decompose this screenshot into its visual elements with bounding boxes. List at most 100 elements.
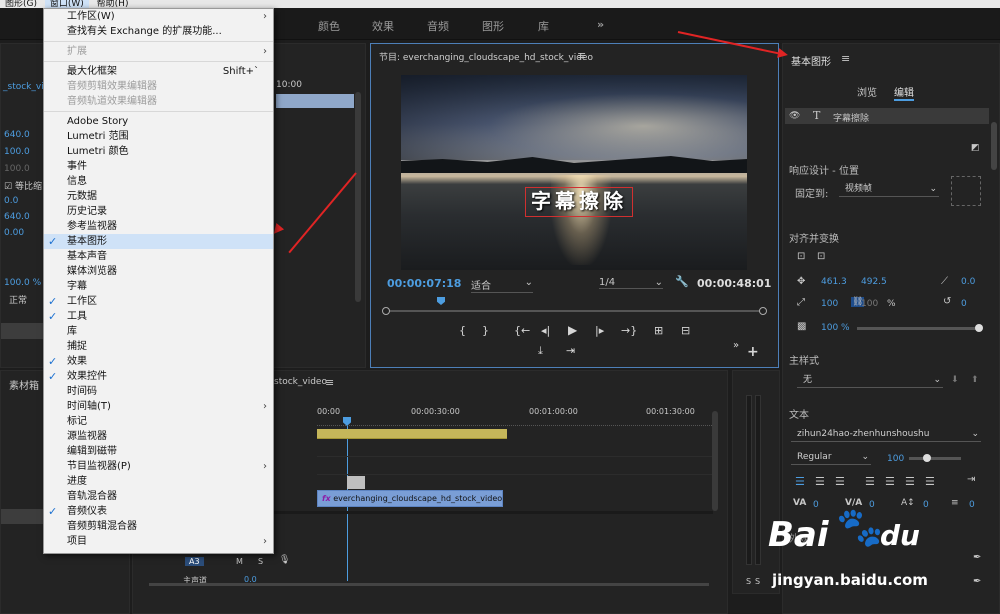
font-size-slider-knob[interactable] <box>923 454 931 462</box>
eg-menu-icon[interactable]: ≡ <box>841 52 850 65</box>
tab-width-icon[interactable]: ⇥ <box>967 474 975 485</box>
eg-tab-browse[interactable]: 浏览 <box>857 84 877 99</box>
eye-icon[interactable]: 👁 <box>789 111 800 121</box>
zoom-right-handle[interactable] <box>759 307 767 315</box>
timeline-ruler[interactable] <box>317 418 712 426</box>
ec-scrollbar[interactable] <box>355 92 361 302</box>
window-menu-item[interactable]: 标记 <box>44 414 273 429</box>
menu-window[interactable]: 窗口(W) <box>44 0 89 8</box>
window-menu-item[interactable]: 工作区(W) › <box>44 9 273 24</box>
zoom-left-handle[interactable] <box>382 307 390 315</box>
justify-center-icon[interactable]: ☰ <box>885 475 895 488</box>
window-menu-item[interactable]: 媒体浏览器 <box>44 264 273 279</box>
graphic-clip[interactable] <box>347 476 365 489</box>
window-menu-item[interactable]: Lumetri 颜色 <box>44 144 273 159</box>
opacity-slider-knob[interactable] <box>975 324 983 332</box>
ec-value-6[interactable]: 0.00 <box>4 228 24 238</box>
window-menu-item[interactable]: 信息 <box>44 174 273 189</box>
current-timecode[interactable]: 00:00:07:18 <box>387 277 461 290</box>
eg-opacity[interactable]: 100 % <box>821 323 850 333</box>
eg-font-style-select[interactable]: Regular ⌄ <box>791 451 871 465</box>
project-tab[interactable]: 素材箱 <box>9 377 39 392</box>
workspace-tab-graphics[interactable]: 图形 <box>482 18 504 34</box>
menu-help[interactable]: 帮助(H) <box>92 0 134 8</box>
mark-out-icon[interactable]: } <box>482 324 489 337</box>
timeline-menu-icon[interactable]: ≡ <box>325 376 334 389</box>
style-pull-icon[interactable]: ⬆ <box>971 375 979 385</box>
extract-icon[interactable]: ⊟ <box>681 324 690 337</box>
eyedropper-icon[interactable]: ✒ <box>973 576 981 587</box>
window-menu-item[interactable]: 项目 › <box>44 534 273 549</box>
window-menu-item[interactable]: 源监视器 <box>44 429 273 444</box>
work-area-bar[interactable] <box>317 429 507 439</box>
menu-graphics[interactable]: 图形(G) <box>0 0 42 8</box>
window-menu-item[interactable]: 库 <box>44 324 273 339</box>
ec-opacity[interactable]: 100.0 % <box>4 278 41 288</box>
window-menu-item[interactable]: 历史记录 <box>44 204 273 219</box>
eg-rotation[interactable]: 0.0 <box>961 277 975 287</box>
eg-scale[interactable]: 100 <box>821 299 838 309</box>
add-button-icon[interactable]: + <box>747 344 759 360</box>
eg-anchor[interactable]: 0 <box>961 299 967 309</box>
window-menu-item[interactable]: 基本声音 <box>44 249 273 264</box>
window-menu-item[interactable]: 查找有关 Exchange 的扩展功能... <box>44 24 273 39</box>
lift-icon[interactable]: ⊞ <box>654 324 663 337</box>
eg-master-style-select[interactable]: 无 ⌄ <box>797 374 943 388</box>
timeline-hscroll[interactable] <box>149 583 709 586</box>
workspace-more-icon[interactable]: » <box>597 18 604 31</box>
eg-pos-x[interactable]: 461.3 <box>821 277 847 287</box>
video-clip[interactable]: fx everchanging_cloudscape_hd_stock_vide… <box>317 490 503 507</box>
zoom-scrollbar[interactable] <box>385 310 763 312</box>
more-controls-icon[interactable]: » <box>733 340 739 351</box>
window-menu-item[interactable]: 字幕 <box>44 279 273 294</box>
step-back-icon[interactable]: ◂| <box>541 324 550 337</box>
font-size-slider[interactable] <box>909 457 961 460</box>
window-menu-item[interactable]: 捕捉 <box>44 339 273 354</box>
align-vertical-icon[interactable]: ⊡ <box>797 251 805 262</box>
ec-value-2[interactable]: 100.0 <box>4 147 30 157</box>
subtitle-box[interactable]: 字幕擦除 <box>525 187 633 217</box>
workspace-tab-effects[interactable]: 效果 <box>372 18 394 34</box>
window-menu-item[interactable]: 元数据 <box>44 189 273 204</box>
ec-value-5[interactable]: 640.0 <box>4 212 30 222</box>
workspace-tab-library[interactable]: 库 <box>538 18 549 34</box>
track-a3-label[interactable]: A3 <box>185 557 204 566</box>
meter-solo-right[interactable]: S <box>755 577 760 586</box>
ec-clip-bar[interactable] <box>276 94 354 108</box>
eg-title[interactable]: 基本图形 <box>791 53 831 68</box>
new-layer-icon[interactable]: ◩ <box>971 143 980 153</box>
align-right-text-icon[interactable]: ☰ <box>835 475 845 488</box>
window-menu-item[interactable]: ✓ 工具 <box>44 309 273 324</box>
window-menu-item[interactable]: 音频剪辑混合器 <box>44 519 273 534</box>
wrench-icon[interactable]: 🔧 <box>675 275 689 288</box>
insert-icon[interactable]: ⤓ <box>538 344 543 358</box>
window-menu-item[interactable]: ✓ 效果 <box>44 354 273 369</box>
align-left-text-icon[interactable]: ☰ <box>795 475 805 488</box>
go-to-in-icon[interactable]: {← <box>514 324 530 337</box>
justify-right-icon[interactable]: ☰ <box>905 475 915 488</box>
workspace-tab-audio[interactable]: 音频 <box>427 18 449 34</box>
ec-uniform-checkbox[interactable]: ☑ 等比缩 <box>4 179 42 192</box>
eg-font-size[interactable]: 100 <box>887 454 904 464</box>
eg-pos-y[interactable]: 492.5 <box>861 277 887 287</box>
workspace-tab-color[interactable]: 颜色 <box>318 18 340 34</box>
video-frame[interactable]: 字幕擦除 <box>401 75 747 270</box>
window-menu-item[interactable]: ✓ 效果控件 <box>44 369 273 384</box>
eg-font-select[interactable]: zihun24hao-zhenhunshoushu ⌄ <box>791 428 981 442</box>
align-center-text-icon[interactable]: ☰ <box>815 475 825 488</box>
go-to-out-icon[interactable]: →} <box>621 324 637 337</box>
window-menu-item[interactable]: Lumetri 范围 <box>44 129 273 144</box>
window-menu-item[interactable]: 参考监视器 <box>44 219 273 234</box>
eyedropper-icon[interactable]: ✒ <box>973 552 981 563</box>
resolution-dropdown[interactable]: 1/4 ⌄ <box>599 277 663 289</box>
eg-tab-edit[interactable]: 编辑 <box>894 84 914 101</box>
track-solo-button[interactable]: S <box>258 557 263 566</box>
track-mute-button[interactable]: M <box>236 557 243 566</box>
program-monitor-title[interactable]: 节目: everchanging_cloudscape_hd_stock_vid… <box>379 50 593 63</box>
mark-in-icon[interactable]: { <box>459 324 466 337</box>
ec-blend-mode[interactable]: 正常 <box>9 293 27 306</box>
window-menu-item[interactable]: ✓ 基本图形 <box>44 234 273 249</box>
window-menu-item[interactable]: 最大化框架 Shift+` <box>44 64 273 79</box>
window-menu-item[interactable]: 事件 <box>44 159 273 174</box>
play-icon[interactable]: ▶ <box>568 323 577 337</box>
